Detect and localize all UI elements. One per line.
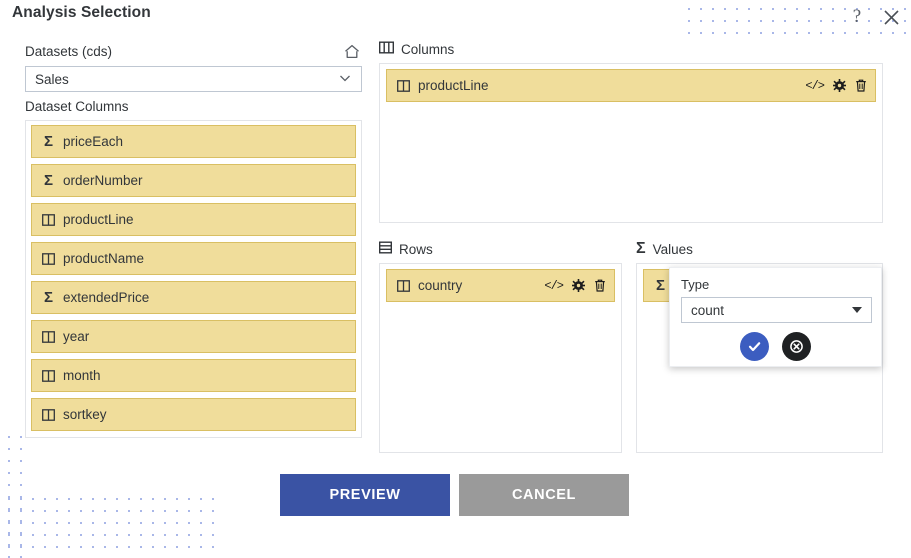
column-glyph	[42, 330, 55, 343]
home-glyph	[345, 44, 359, 59]
column-icon	[41, 368, 56, 383]
chip-extendedPrice[interactable]: ΣextendedPrice	[31, 281, 356, 314]
rows-table-icon	[378, 241, 393, 257]
cancel-popup-button[interactable]	[782, 332, 811, 361]
chip-month[interactable]: month	[31, 359, 356, 392]
columns-panel-header: Columns	[378, 39, 883, 59]
trash-icon[interactable]	[594, 279, 606, 292]
chip-productName[interactable]: productName	[31, 242, 356, 275]
column-icon	[41, 212, 56, 227]
gear-glyph	[833, 79, 846, 92]
circle-x-icon	[790, 340, 803, 353]
rows-panel-title: Rows	[399, 241, 433, 257]
trash-glyph	[856, 79, 866, 92]
dot-pattern-bottom-left-horizontal	[0, 490, 222, 558]
column-icon	[396, 78, 411, 93]
sigma-icon: Σ	[43, 172, 53, 189]
chip-actions: </>	[805, 79, 867, 93]
cancel-button[interactable]: CANCEL	[459, 474, 629, 516]
chip-label: productLine	[63, 212, 134, 227]
sigma-icon: Σ	[655, 277, 665, 294]
type-select[interactable]: count	[681, 297, 872, 323]
chip-actions: </>	[544, 279, 606, 293]
chevron-down-glyph	[340, 75, 350, 81]
datasets-row: Datasets (cds)	[25, 41, 362, 63]
chip-label: orderNumber	[63, 173, 143, 188]
chip-productLine[interactable]: productLine </>	[386, 69, 876, 102]
chip-label: priceEach	[63, 134, 124, 149]
sigma-icon: Σ	[636, 240, 646, 257]
code-icon[interactable]: </>	[805, 79, 825, 93]
trash-glyph	[595, 279, 605, 292]
chip-label: productName	[63, 251, 145, 266]
dataset-columns-label: Dataset Columns	[25, 99, 129, 114]
datasets-label: Datasets (cds)	[25, 44, 113, 59]
gear-icon[interactable]	[572, 279, 585, 292]
type-select-value: count	[691, 302, 725, 318]
column-icon	[396, 278, 411, 293]
chip-label: sortkey	[63, 407, 107, 422]
sigma-icon: Σ	[43, 289, 53, 306]
chip-productLine[interactable]: productLine	[31, 203, 356, 236]
columns-panel-title: Columns	[401, 41, 455, 57]
code-icon[interactable]: </>	[544, 279, 564, 293]
rows-panel-header: Rows	[378, 239, 622, 259]
confirm-button[interactable]	[740, 332, 769, 361]
chip-label: productLine	[418, 78, 489, 93]
chip-country[interactable]: country </>	[386, 269, 615, 302]
check-icon	[748, 342, 761, 352]
column-glyph	[42, 213, 55, 226]
chip-label: year	[63, 329, 90, 344]
dataset-columns-list[interactable]: ΣpriceEach ΣorderNumber productLine product…	[25, 120, 362, 438]
page-title: Analysis Selection	[12, 4, 151, 21]
column-glyph	[42, 408, 55, 421]
rows-panel: Rows country </>	[378, 239, 622, 453]
column-icon	[41, 407, 56, 422]
gear-icon[interactable]	[833, 79, 846, 92]
columns-table-glyph	[378, 41, 395, 54]
preview-button[interactable]: PREVIEW	[280, 474, 450, 516]
dot-pattern-bottom-left-vertical	[0, 428, 30, 558]
chevron-down-icon	[337, 70, 353, 89]
dataset-pane: Datasets (cds) Sales Dataset Columns Σpr…	[25, 41, 362, 438]
close-glyph	[883, 9, 899, 25]
chip-label: extendedPrice	[63, 290, 150, 305]
trash-icon[interactable]	[855, 79, 867, 92]
dataset-select[interactable]: Sales	[25, 66, 362, 92]
columns-panel: Columns productLine </>	[378, 39, 883, 223]
chip-year[interactable]: year	[31, 320, 356, 353]
column-glyph	[397, 79, 410, 92]
column-glyph	[42, 369, 55, 382]
dialog-header: Analysis Selection ?	[0, 0, 911, 41]
column-glyph	[42, 252, 55, 265]
aggregation-type-popup: Type count	[669, 267, 882, 367]
values-panel-header: Σ Values	[636, 239, 883, 259]
chip-orderNumber[interactable]: ΣorderNumber	[31, 164, 356, 197]
chip-label: country	[418, 278, 463, 293]
type-label: Type	[681, 277, 710, 292]
columns-table-icon	[378, 41, 395, 57]
chip-priceEach[interactable]: ΣpriceEach	[31, 125, 356, 158]
gear-glyph	[572, 279, 585, 292]
rows-table-glyph	[378, 241, 393, 254]
values-panel-title: Values	[652, 241, 693, 257]
help-icon[interactable]: ?	[842, 2, 872, 32]
chip-label: month	[63, 368, 101, 383]
popup-actions	[681, 332, 870, 361]
home-icon[interactable]	[342, 42, 362, 62]
column-icon	[41, 251, 56, 266]
close-icon[interactable]	[876, 2, 906, 32]
chip-sortkey[interactable]: sortkey	[31, 398, 356, 431]
column-icon	[41, 329, 56, 344]
sigma-icon: Σ	[43, 133, 53, 150]
dropdown-arrow-icon	[852, 307, 862, 313]
dataset-select-value: Sales	[35, 71, 69, 87]
columns-drop-area[interactable]: productLine </>	[379, 63, 883, 223]
rows-drop-area[interactable]: country </>	[379, 263, 622, 453]
column-glyph	[397, 279, 410, 292]
